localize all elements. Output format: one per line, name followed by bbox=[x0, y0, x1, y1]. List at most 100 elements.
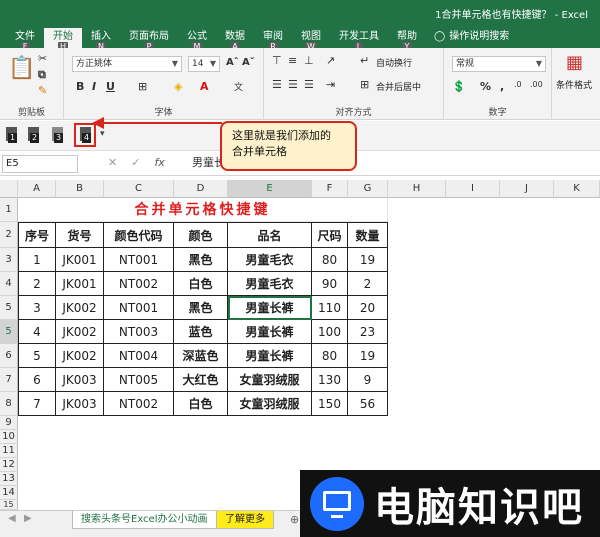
merge-center-button[interactable]: 合并后居中 bbox=[376, 80, 421, 93]
column-header[interactable]: D bbox=[174, 180, 228, 198]
align-bottom-icon[interactable]: ⊥ bbox=[304, 54, 314, 67]
table-cell-color-code[interactable]: NT003 bbox=[104, 320, 174, 344]
row-header[interactable]: 9 bbox=[0, 416, 18, 430]
table-cell-color-code[interactable]: NT001 bbox=[104, 248, 174, 272]
sheet-nav-prev-icon[interactable]: ◀ bbox=[8, 513, 16, 524]
table-header-size[interactable]: 尺码 bbox=[312, 222, 348, 248]
font-name-dropdown[interactable]: 方正姚体 ▼ bbox=[72, 56, 182, 72]
column-header[interactable]: K bbox=[554, 180, 600, 198]
align-right-icon[interactable]: ☰ bbox=[304, 78, 314, 91]
row-header[interactable]: 14 bbox=[0, 486, 18, 500]
column-header[interactable]: H bbox=[388, 180, 446, 198]
tab-insert[interactable]: 插入 N bbox=[82, 28, 120, 52]
column-header[interactable]: B bbox=[56, 180, 104, 198]
border-icon[interactable]: ⊞ bbox=[138, 80, 147, 93]
table-header-item-no[interactable]: 货号 bbox=[56, 222, 104, 248]
table-cell-size[interactable]: 100 bbox=[312, 320, 348, 344]
cancel-icon[interactable]: ✕ bbox=[108, 156, 117, 169]
table-cell-seq[interactable]: 7 bbox=[18, 392, 56, 416]
sheet-nav-next-icon[interactable]: ▶ bbox=[24, 513, 32, 524]
table-cell-seq[interactable]: 5 bbox=[18, 344, 56, 368]
name-box[interactable]: E5 bbox=[2, 155, 78, 173]
sheet-tab[interactable]: 搜索头条号Excel办公小动画 bbox=[72, 511, 217, 529]
enter-icon[interactable]: ✓ bbox=[131, 156, 140, 169]
table-cell-seq[interactable]: 2 bbox=[18, 272, 56, 296]
column-header[interactable]: F bbox=[312, 180, 348, 198]
qat-button-2[interactable]: 2 bbox=[26, 125, 42, 145]
paste-icon[interactable]: 📋 bbox=[8, 56, 35, 81]
conditional-format-icon[interactable]: ▦ bbox=[566, 52, 583, 73]
sheet-title[interactable]: 合并单元格快捷键 bbox=[18, 198, 388, 222]
table-cell-size[interactable]: 150 bbox=[312, 392, 348, 416]
increase-decimal-icon[interactable]: .0 bbox=[514, 80, 522, 89]
grow-font-icon[interactable]: Aˆ bbox=[226, 57, 239, 68]
align-left-icon[interactable]: ☰ bbox=[272, 78, 282, 91]
table-cell-seq[interactable]: 3 bbox=[18, 296, 56, 320]
help-search[interactable]: ◯ 操作说明搜索 bbox=[426, 28, 517, 48]
table-header-color-code[interactable]: 颜色代码 bbox=[104, 222, 174, 248]
fill-color-icon[interactable]: ◈ bbox=[174, 80, 182, 93]
row-header[interactable]: 13 bbox=[0, 472, 18, 486]
table-cell-color[interactable]: 蓝色 bbox=[174, 320, 228, 344]
table-cell-item-no[interactable]: JK001 bbox=[56, 272, 104, 296]
table-cell-item-no[interactable]: JK002 bbox=[56, 344, 104, 368]
fx-icon[interactable]: fx bbox=[154, 156, 164, 169]
align-middle-icon[interactable]: ≡ bbox=[288, 54, 297, 67]
tab-formulas[interactable]: 公式 M bbox=[178, 28, 216, 52]
table-cell-size[interactable]: 130 bbox=[312, 368, 348, 392]
table-cell-product-name[interactable]: 男童长裤 bbox=[228, 320, 312, 344]
row-header[interactable]: 11 bbox=[0, 444, 18, 458]
cut-icon[interactable]: ✂ bbox=[38, 52, 47, 65]
orientation-icon[interactable]: ↗ bbox=[326, 54, 335, 67]
tab-page-layout[interactable]: 页面布局 P bbox=[120, 28, 178, 52]
add-sheet-icon[interactable]: ⊕ bbox=[290, 513, 299, 526]
tab-view[interactable]: 视图 W bbox=[292, 28, 330, 52]
tab-home[interactable]: 开始 H bbox=[44, 28, 82, 52]
column-header[interactable]: I bbox=[446, 180, 500, 198]
bold-icon[interactable]: B bbox=[76, 80, 84, 93]
table-cell-item-no[interactable]: JK003 bbox=[56, 392, 104, 416]
table-cell-size[interactable]: 110 bbox=[312, 296, 348, 320]
qat-button-3[interactable]: 3 bbox=[50, 125, 66, 145]
comma-icon[interactable]: , bbox=[500, 80, 504, 93]
table-header-color[interactable]: 颜色 bbox=[174, 222, 228, 248]
wrap-text-icon[interactable]: ↵ bbox=[360, 54, 369, 67]
table-cell-color-code[interactable]: NT001 bbox=[104, 296, 174, 320]
table-cell-color[interactable]: 白色 bbox=[174, 272, 228, 296]
percent-icon[interactable]: % bbox=[480, 80, 491, 93]
table-cell-color[interactable]: 白色 bbox=[174, 392, 228, 416]
row-header[interactable]: 6 bbox=[0, 344, 18, 368]
table-cell-qty[interactable]: 2 bbox=[348, 272, 388, 296]
row-header[interactable]: 5 bbox=[0, 296, 18, 320]
align-center-icon[interactable]: ☰ bbox=[288, 78, 298, 91]
table-cell-item-no[interactable]: JK002 bbox=[56, 296, 104, 320]
table-cell-qty[interactable]: 56 bbox=[348, 392, 388, 416]
table-cell-product-name[interactable]: 男童长裤 bbox=[228, 344, 312, 368]
table-cell-seq[interactable]: 1 bbox=[18, 248, 56, 272]
sheet-tab-learn-more[interactable]: 了解更多 bbox=[216, 511, 274, 529]
row-header[interactable]: 5 bbox=[0, 320, 18, 344]
table-cell-color-code[interactable]: NT005 bbox=[104, 368, 174, 392]
qat-button-1[interactable]: 1 bbox=[4, 125, 20, 145]
indent-icon[interactable]: ⇥ bbox=[326, 78, 335, 91]
wrap-text-button[interactable]: 自动换行 bbox=[376, 56, 412, 69]
column-header[interactable]: E bbox=[228, 180, 312, 198]
phonetic-icon[interactable]: 文 bbox=[234, 80, 243, 93]
shrink-font-icon[interactable]: Aˇ bbox=[242, 57, 255, 68]
table-header-product-name[interactable]: 品名 bbox=[228, 222, 312, 248]
table-header-qty[interactable]: 数量 bbox=[348, 222, 388, 248]
table-header-seq[interactable]: 序号 bbox=[18, 222, 56, 248]
format-painter-icon[interactable]: ✎ bbox=[38, 84, 47, 97]
table-cell-size[interactable]: 90 bbox=[312, 272, 348, 296]
table-cell-size[interactable]: 80 bbox=[312, 344, 348, 368]
tab-help[interactable]: 帮助 Y bbox=[388, 28, 426, 52]
table-cell-product-name[interactable]: 男童毛衣 bbox=[228, 272, 312, 296]
table-cell-seq[interactable]: 4 bbox=[18, 320, 56, 344]
table-cell-qty[interactable]: 19 bbox=[348, 248, 388, 272]
row-header[interactable]: 7 bbox=[0, 368, 18, 392]
row-header[interactable]: 1 bbox=[0, 198, 18, 222]
row-header[interactable]: 12 bbox=[0, 458, 18, 472]
table-cell-color-code[interactable]: NT002 bbox=[104, 392, 174, 416]
table-cell-size[interactable]: 80 bbox=[312, 248, 348, 272]
table-cell-color[interactable]: 大红色 bbox=[174, 368, 228, 392]
